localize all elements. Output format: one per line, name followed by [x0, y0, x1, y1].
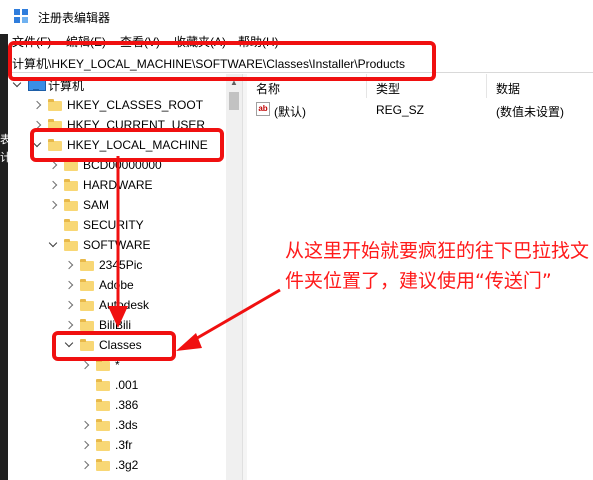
value-type: REG_SZ — [376, 103, 425, 117]
folder-icon — [48, 99, 62, 111]
chevron-right-icon[interactable] — [64, 280, 74, 290]
tree-item-security[interactable]: SECURITY — [48, 215, 144, 235]
tree-item-label: Adobe — [99, 278, 134, 292]
tree-item-386[interactable]: .386 — [80, 395, 138, 415]
tree-item-label: .3g2 — [115, 458, 139, 472]
tree-item-label: SOFTWARE — [83, 238, 151, 252]
tree-item-autodesk[interactable]: Autodesk — [64, 295, 149, 315]
pane-splitter[interactable] — [242, 74, 247, 480]
chevron-down-icon[interactable] — [48, 240, 58, 250]
tree-item-label: BiliBili — [99, 318, 132, 332]
chevron-right-icon[interactable] — [80, 440, 90, 450]
annotation-text: 从这里开始就要疯狂的往下巴拉找文件夹位置了，建议使用“传送门” — [285, 240, 590, 292]
tree-scrollbar[interactable]: ▲ — [226, 74, 242, 480]
tree-item-label: .386 — [115, 398, 139, 412]
tree-item-label: .001 — [115, 378, 139, 392]
tree-item-label: .3fr — [115, 438, 133, 452]
folder-icon — [96, 459, 110, 471]
folder-icon — [80, 299, 94, 311]
chevron-right-icon[interactable] — [32, 100, 42, 110]
folder-icon — [64, 219, 78, 231]
tree-item-label: SAM — [83, 198, 110, 212]
folder-icon — [64, 199, 78, 211]
chevron-right-icon[interactable] — [64, 260, 74, 270]
background-window: 表 计 — [0, 34, 11, 480]
tree-item-label: HARDWARE — [83, 178, 153, 192]
column-name[interactable]: 名称 — [256, 80, 280, 97]
tree-item-sam[interactable]: SAM — [48, 195, 109, 215]
tree-item-software[interactable]: SOFTWARE — [48, 235, 151, 255]
table-row[interactable]: ab (默认) REG_SZ (数值未设置) — [248, 100, 593, 120]
highlight-hklm — [30, 128, 224, 162]
title-bar: 注册表编辑器 — [0, 0, 593, 31]
chevron-right-icon[interactable] — [48, 180, 58, 190]
tree-item-001[interactable]: .001 — [80, 375, 138, 395]
folder-icon — [96, 379, 110, 391]
folder-icon — [64, 239, 78, 251]
folder-icon — [96, 419, 110, 431]
tree-item-label: SECURITY — [83, 218, 144, 232]
folder-icon — [96, 399, 110, 411]
folder-icon — [64, 179, 78, 191]
folder-icon — [80, 279, 94, 291]
tree-item-label: Autodesk — [99, 298, 150, 312]
column-data[interactable]: 数据 — [496, 80, 520, 97]
scroll-thumb[interactable] — [229, 92, 239, 110]
tree-item-3fr[interactable]: .3fr — [80, 435, 132, 455]
chevron-down-icon[interactable] — [12, 80, 22, 90]
tree-item-3g2[interactable]: .3g2 — [80, 455, 138, 475]
tree-item-2345pic[interactable]: 2345Pic — [64, 255, 142, 275]
string-value-icon: ab — [256, 102, 270, 116]
folder-icon — [80, 259, 94, 271]
column-divider[interactable] — [486, 74, 487, 98]
chevron-right-icon[interactable] — [64, 300, 74, 310]
highlight-address-bar — [8, 41, 436, 81]
tree-item-hkcr[interactable]: HKEY_CLASSES_ROOT — [32, 95, 203, 115]
chevron-right-icon[interactable] — [80, 460, 90, 470]
highlight-classes — [52, 331, 176, 361]
chevron-right-icon[interactable] — [64, 320, 74, 330]
chevron-right-icon[interactable] — [80, 420, 90, 430]
regedit-icon — [14, 9, 28, 23]
folder-icon — [96, 439, 110, 451]
chevron-right-icon[interactable] — [80, 360, 90, 370]
window-title: 注册表编辑器 — [38, 11, 111, 25]
tree-item-3ds[interactable]: .3ds — [80, 415, 138, 435]
tree-item-hardware[interactable]: HARDWARE — [48, 175, 153, 195]
tree-item-label: 2345Pic — [99, 258, 143, 272]
folder-icon — [80, 319, 94, 331]
column-type[interactable]: 类型 — [376, 80, 400, 97]
chevron-right-icon[interactable] — [48, 200, 58, 210]
tree-item-label: HKEY_CLASSES_ROOT — [67, 98, 204, 112]
value-name: (默认) — [274, 105, 306, 119]
tree-item-adobe[interactable]: Adobe — [64, 275, 134, 295]
tree-item-label: .3ds — [115, 418, 138, 432]
value-data: (数值未设置) — [496, 105, 564, 119]
